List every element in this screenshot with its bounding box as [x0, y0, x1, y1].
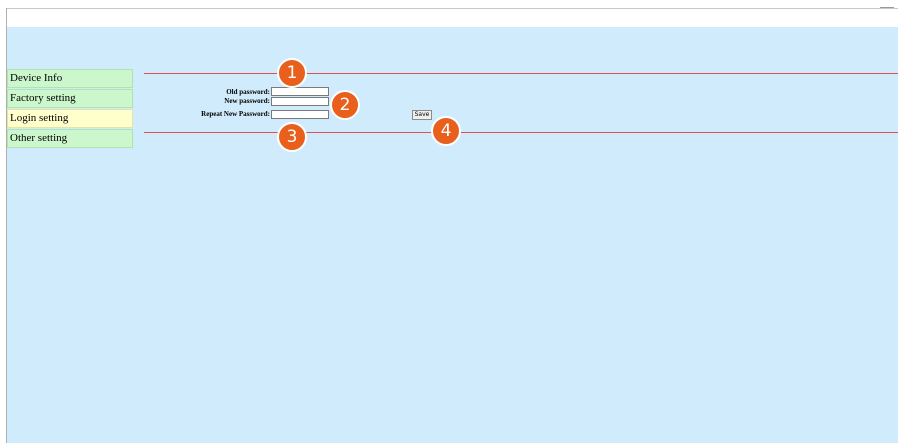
callout-2: 2 [330, 90, 360, 120]
content-area [7, 27, 898, 443]
new-password-row: New password: [150, 97, 270, 107]
bottom-separator-line [144, 132, 898, 133]
callout-3: 3 [277, 122, 307, 152]
login-settings-page: Device Info Factory setting Login settin… [0, 0, 898, 443]
settings-sidebar: Device Info Factory setting Login settin… [7, 69, 133, 149]
sidebar-item-device-info[interactable]: Device Info [7, 69, 133, 88]
callout-1: 1 [277, 58, 307, 88]
new-password-label: New password: [224, 97, 270, 105]
sidebar-item-other-setting[interactable]: Other setting [7, 129, 133, 148]
old-password-label: Old password: [226, 88, 270, 96]
repeat-password-row: Repeat New Password: [150, 110, 270, 120]
corner-mark [880, 7, 894, 8]
save-button[interactable]: Save [412, 110, 432, 120]
top-separator-line [144, 73, 898, 74]
callout-4: 4 [431, 116, 461, 146]
top-border [6, 8, 898, 9]
sidebar-item-login-setting[interactable]: Login setting [7, 109, 133, 128]
old-password-field[interactable] [271, 87, 329, 96]
repeat-password-field[interactable] [271, 110, 329, 119]
sidebar-item-factory-setting[interactable]: Factory setting [7, 89, 133, 108]
repeat-password-label: Repeat New Password: [201, 110, 270, 118]
new-password-field[interactable] [271, 97, 329, 106]
